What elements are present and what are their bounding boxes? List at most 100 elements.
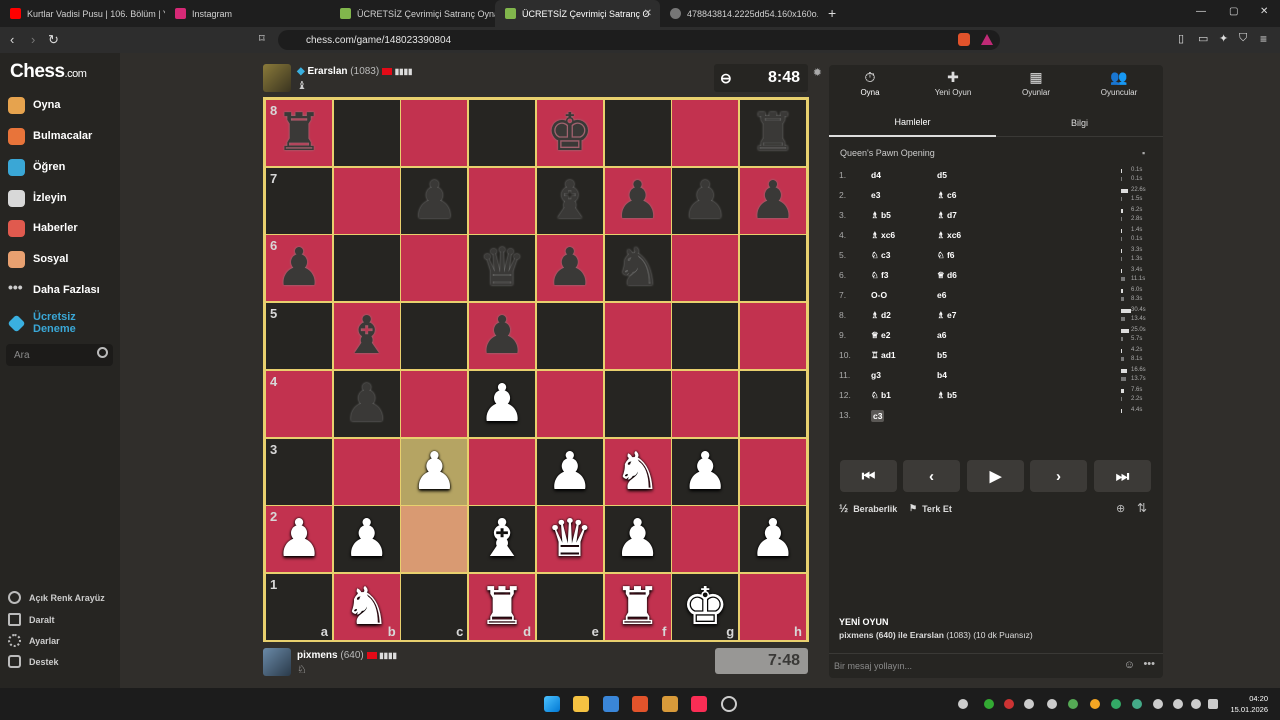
sidebar-item-daha-fazlasi[interactable]: ••• Daha Fazlası — [8, 279, 100, 301]
music-icon[interactable] — [691, 696, 707, 712]
next-move-button[interactable]: › — [1030, 460, 1087, 492]
bottom-player-name[interactable]: pixmens (640) ▮▮▮▮ — [297, 650, 397, 661]
square-e3[interactable]: ♟ — [536, 438, 603, 505]
sidebar-item-ogren[interactable]: Öğren — [8, 156, 65, 178]
white-knight-icon[interactable]: ♞ — [343, 581, 390, 633]
maximize-button[interactable]: ▢ — [1229, 6, 1238, 17]
weather-widget-icon[interactable] — [603, 696, 619, 712]
white-move[interactable]: ♗ d2 — [871, 310, 891, 321]
volume-icon[interactable] — [1191, 699, 1201, 709]
emoji-icon[interactable]: ☺ — [1124, 659, 1135, 671]
square-e6[interactable]: ♟ — [536, 235, 603, 302]
square-d2[interactable]: ♝ — [469, 506, 536, 573]
avatar[interactable] — [263, 648, 291, 676]
square-b6[interactable] — [333, 235, 400, 302]
square-b1[interactable]: ♞ b — [333, 573, 400, 640]
square-h3[interactable] — [739, 438, 806, 505]
square-g1[interactable]: ♚ g — [672, 573, 739, 640]
square-c8[interactable] — [401, 100, 468, 166]
wifi-icon[interactable] — [1173, 699, 1183, 709]
black-pawn-icon[interactable]: ♟ — [343, 378, 390, 430]
prev-move-button[interactable]: ‹ — [903, 460, 960, 492]
square-h8[interactable]: ♜ — [739, 100, 806, 166]
square-f3[interactable]: ♞ — [604, 438, 671, 505]
black-king-icon[interactable]: ♚ — [546, 107, 593, 159]
square-d4[interactable]: ♟ — [469, 370, 536, 437]
black-bishop-icon[interactable]: ♝ — [546, 175, 593, 227]
browser-tab[interactable]: 478843814.2225dd54.160x160o.e9a1 — [660, 0, 818, 27]
chess-app-icon[interactable] — [721, 696, 737, 712]
black-pawn-icon[interactable]: ♟ — [276, 242, 323, 294]
black-move[interactable]: ♗ e7 — [937, 310, 956, 321]
square-d3[interactable] — [469, 438, 536, 505]
white-move[interactable]: e3 — [871, 190, 880, 200]
square-g5[interactable] — [672, 303, 739, 370]
black-move[interactable]: e6 — [937, 290, 946, 300]
white-pawn-icon[interactable]: ♟ — [411, 446, 458, 498]
vpn-icon[interactable]: ⛉ — [1239, 32, 1247, 45]
square-e1[interactable]: e — [536, 573, 603, 640]
reload-icon[interactable]: ↻ — [48, 32, 59, 48]
black-move[interactable]: d5 — [937, 170, 947, 180]
browser-tab[interactable]: ÜCRETSİZ Çevrimiçi Satranç Oyna — [330, 0, 495, 27]
black-bishop-icon[interactable]: ♝ — [343, 310, 390, 362]
square-d5[interactable]: ♟ — [469, 303, 536, 370]
black-move[interactable]: ♗ c6 — [937, 190, 956, 201]
black-pawn-icon[interactable]: ♟ — [411, 175, 458, 227]
white-bishop-icon[interactable]: ♝ — [479, 513, 526, 565]
chess-logo[interactable]: Chess.com — [10, 61, 87, 83]
square-f4[interactable] — [604, 370, 671, 437]
sidebar-item-haberler[interactable]: Haberler — [8, 217, 78, 239]
square-h1[interactable]: h — [739, 573, 806, 640]
square-d7[interactable] — [469, 167, 536, 234]
black-queen-icon[interactable]: ♛ — [479, 242, 526, 294]
collapse-button[interactable]: Daralt — [8, 613, 55, 626]
brave-shield-icon[interactable] — [958, 33, 970, 46]
battery-icon[interactable] — [1208, 699, 1218, 709]
forward-icon[interactable]: › — [31, 32, 35, 47]
ai-icon[interactable]: ✦ — [1219, 32, 1228, 45]
tab-yeni-oyun[interactable]: ✚ Yeni Oyun — [912, 69, 994, 103]
light-theme-toggle[interactable]: Açık Renk Arayüz — [8, 591, 105, 604]
black-move[interactable]: ♗ d7 — [937, 210, 957, 221]
square-c4[interactable] — [401, 370, 468, 437]
square-f1[interactable]: ♜ f — [604, 573, 671, 640]
square-d1[interactable]: ♜ d — [469, 573, 536, 640]
white-queen-icon[interactable]: ♛ — [546, 513, 593, 565]
square-e2[interactable]: ♛ — [536, 506, 603, 573]
sidebar-item-izleyin[interactable]: İzleyin — [8, 187, 67, 209]
tray-icon[interactable] — [958, 699, 968, 709]
support-button[interactable]: Destek — [8, 655, 59, 668]
square-a7[interactable]: 7 — [266, 167, 332, 234]
chess-board[interactable]: ♜ 8 ♚ ♜ 7 ♟ ♝ ♟ ♟ ♟ ♟ 6 ♛ ♟ ♞ 5 ♝ ♟ 4 ♟ ♟ 3 ♟ ♟ ♞ ♟ ♟ 2 ♟ ♝ ♛ ♟ ♟ 1 a ♞ b c ♜ d… — [263, 97, 809, 642]
white-move[interactable]: ♗ xc6 — [871, 230, 895, 241]
square-c6[interactable] — [401, 235, 468, 302]
black-rook-icon[interactable]: ♜ — [750, 107, 797, 159]
new-tab-button[interactable]: + — [828, 5, 836, 21]
gear-icon[interactable]: ✹ — [813, 66, 822, 79]
square-f5[interactable] — [604, 303, 671, 370]
square-g3[interactable]: ♟ — [672, 438, 739, 505]
square-h4[interactable] — [739, 370, 806, 437]
tray-icon[interactable] — [1090, 699, 1100, 709]
square-c5[interactable] — [401, 303, 468, 370]
black-pawn-icon[interactable]: ♟ — [546, 242, 593, 294]
browser-tab[interactable]: Kurtlar Vadisi Pusu | 106. Bölüm | Yük — [0, 0, 165, 27]
close-tab-icon[interactable]: ✕ — [644, 8, 652, 19]
square-c1[interactable]: c — [401, 573, 468, 640]
square-c7[interactable]: ♟ — [401, 167, 468, 234]
tray-icon[interactable] — [1068, 699, 1078, 709]
white-move[interactable]: c3 — [871, 410, 885, 422]
white-move[interactable]: ♕ e2 — [871, 330, 890, 341]
tray-icon[interactable] — [1132, 699, 1142, 709]
white-move[interactable]: ♘ c3 — [871, 250, 890, 261]
square-f8[interactable] — [604, 100, 671, 166]
square-a3[interactable]: 3 — [266, 438, 332, 505]
black-move[interactable]: ♗ xc6 — [937, 230, 961, 241]
white-move[interactable]: d4 — [871, 170, 881, 180]
bookmark-icon[interactable]: ⌑ — [259, 32, 265, 45]
square-a5[interactable]: 5 — [266, 303, 332, 370]
close-window-button[interactable]: ✕ — [1260, 6, 1268, 17]
white-knight-icon[interactable]: ♞ — [614, 446, 661, 498]
square-e7[interactable]: ♝ — [536, 167, 603, 234]
